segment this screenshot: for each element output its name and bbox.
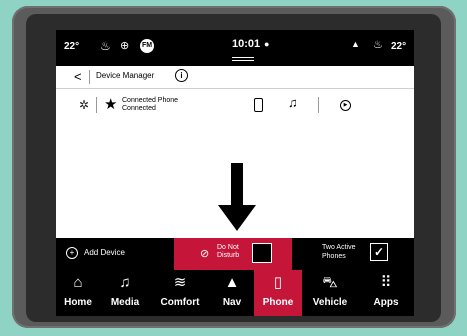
nav-home[interactable]: ⌂ Home [56, 270, 100, 316]
comfort-icon: ≋ [173, 274, 187, 291]
do-not-disturb-icon: ⊘ [200, 248, 210, 260]
status-bar: 22° ♨ ⊕ FM 10:01 ● ▲ ♨ 22° [56, 30, 414, 66]
add-device-button[interactable]: + Add Device [66, 247, 125, 259]
music-note-icon[interactable]: ♫ [288, 95, 298, 110]
divider [96, 97, 97, 113]
phone-icon[interactable] [254, 98, 263, 112]
passenger-seat-icon[interactable]: ♨ [373, 38, 383, 51]
add-device-label: Add Device [84, 248, 125, 257]
nav-label: Media [110, 297, 140, 308]
radio-source-badge[interactable]: FM [140, 39, 154, 53]
device-list-item[interactable]: ✲ ★ Connected Phone Connected ♫ ▶ [56, 92, 414, 122]
divider [89, 70, 90, 84]
infotainment-screen: 22° ♨ ⊕ FM 10:01 ● ▲ ♨ 22° < Device Mana… [56, 30, 414, 316]
nav-vehicle[interactable]: ⛍ Vehicle [302, 270, 358, 316]
dnd-label-line: Disturb [217, 252, 240, 259]
nav-media[interactable]: ♫ Media [100, 270, 150, 316]
back-button[interactable]: < [74, 69, 82, 84]
notification-bell-icon[interactable]: ▲ [351, 39, 360, 49]
arrow-down-shaft [231, 163, 243, 207]
nav-label: Comfort [160, 297, 200, 308]
gear-icon[interactable]: ✲ [79, 98, 89, 112]
navigation-arrow-icon: ▲ [224, 274, 240, 291]
device-info: Connected Phone Connected [122, 97, 178, 113]
do-not-disturb-toggle[interactable]: ⊘ Do Not Disturb [174, 238, 292, 270]
favorite-star-icon[interactable]: ★ [104, 95, 117, 113]
clock: 10:01 [232, 38, 261, 50]
heated-seat-icon[interactable]: ♨ [100, 39, 111, 53]
nav-label: Phone [262, 297, 294, 308]
dnd-label-line: Do Not [217, 244, 239, 251]
two-active-phones-label: Two Active Phones [322, 243, 355, 261]
info-icon[interactable]: i [175, 69, 188, 82]
music-note-icon: ♫ [119, 274, 131, 291]
page-title: Device Manager [96, 71, 155, 80]
nav-label: Nav [222, 297, 242, 308]
nav-navigation[interactable]: ▲ Nav [210, 270, 254, 316]
nav-label: Home [64, 297, 92, 308]
nav-apps[interactable]: ⠿ Apps [358, 270, 414, 316]
nav-label: Apps [373, 297, 399, 308]
plus-icon: + [66, 247, 78, 259]
action-bar: + Add Device ⊘ Do Not Disturb Two Active … [56, 238, 414, 270]
do-not-disturb-label: Do Not Disturb [217, 244, 239, 260]
car-icon: ⛍ [322, 274, 338, 291]
two-active-phones-checkbox[interactable]: ✓ [370, 243, 388, 261]
nav-phone[interactable]: ▯ Phone [254, 270, 302, 316]
clock-underline [232, 57, 254, 58]
two-phones-label-line: Phones [322, 253, 346, 260]
device-name: Connected Phone [122, 97, 179, 104]
phone-icon: ▯ [273, 274, 283, 291]
play-icon[interactable]: ▶ [340, 100, 351, 111]
nav-label: Vehicle [312, 297, 348, 308]
two-phones-label-line: Two Active [322, 244, 356, 251]
apps-grid-icon: ⠿ [380, 274, 392, 291]
steering-wheel-icon[interactable]: ⊕ [120, 39, 129, 52]
bottom-nav: ⌂ Home ♫ Media ≋ Comfort ▲ Nav ▯ Phone ⛍… [56, 270, 414, 316]
passenger-temperature[interactable]: 22° [391, 41, 406, 52]
do-not-disturb-checkbox[interactable] [252, 243, 272, 263]
arrow-down-icon [218, 205, 256, 231]
device-status: Connected [122, 105, 156, 112]
driver-temperature[interactable]: 22° [64, 41, 79, 52]
divider [318, 97, 319, 113]
home-icon: ⌂ [73, 274, 83, 291]
microphone-icon: ● [264, 39, 270, 49]
page-header: < Device Manager i [56, 66, 414, 89]
nav-comfort[interactable]: ≋ Comfort [150, 270, 210, 316]
clock-underline [232, 60, 254, 61]
